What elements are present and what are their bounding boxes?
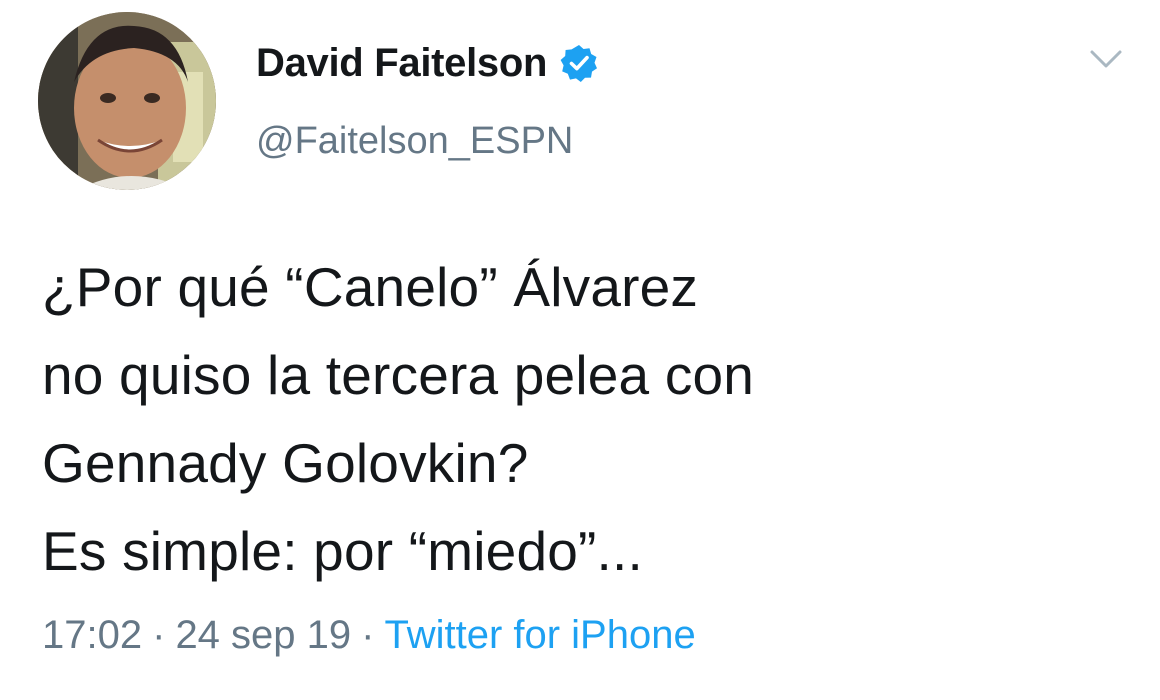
tweet-text: ¿Por qué “Canelo” Álvarez no quiso la te…	[42, 243, 1122, 595]
tweet-text-line: Es simple: por “miedo”...	[42, 520, 644, 582]
tweet-text-line: Gennady Golovkin?	[42, 432, 529, 494]
meta-separator: ·	[152, 613, 166, 657]
tweet-date[interactable]: 24 sep 19	[175, 613, 351, 657]
tweet-text-line: ¿Por qué “Canelo” Álvarez	[42, 256, 699, 318]
tweet-time[interactable]: 17:02	[42, 613, 142, 657]
meta-separator: ·	[361, 613, 375, 657]
name-row: David Faitelson	[256, 38, 599, 88]
tweet-source-link[interactable]: Twitter for iPhone	[384, 613, 695, 657]
avatar[interactable]	[38, 12, 216, 190]
user-handle[interactable]: @Faitelson_ESPN	[256, 120, 573, 163]
tweet-card: David Faitelson @Faitelson_ESPN ¿Por qué…	[0, 0, 1160, 700]
display-name[interactable]: David Faitelson	[256, 41, 547, 86]
profile-photo	[38, 12, 216, 190]
verified-badge-icon	[559, 43, 599, 83]
chevron-down-icon[interactable]	[1088, 46, 1124, 72]
tweet-text-line: no quiso la tercera pelea con	[42, 344, 755, 406]
tweet-meta: 17:02 · 24 sep 19 · Twitter for iPhone	[42, 613, 696, 658]
